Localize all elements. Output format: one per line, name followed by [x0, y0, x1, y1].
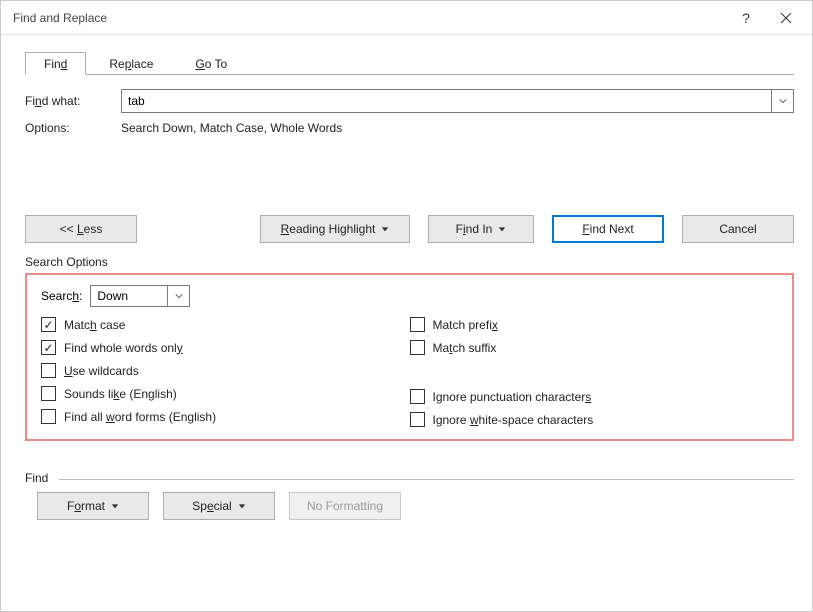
- no-formatting-button[interactable]: No Formatting: [289, 492, 401, 520]
- checkbox-icon: [410, 389, 425, 404]
- match-case-checkbox[interactable]: Match case: [41, 317, 410, 332]
- ignore-punct-checkbox[interactable]: Ignore punctuation characters: [410, 389, 779, 404]
- ignore-whitespace-checkbox[interactable]: Ignore white-space characters: [410, 412, 779, 427]
- special-button[interactable]: Special: [163, 492, 275, 520]
- checkbox-icon: [41, 409, 56, 424]
- match-suffix-checkbox[interactable]: Match suffix: [410, 340, 779, 355]
- tab-goto[interactable]: Go To: [176, 52, 246, 75]
- window-title: Find and Replace: [13, 11, 726, 25]
- find-legend: Find: [25, 471, 54, 485]
- help-button[interactable]: ?: [726, 4, 766, 32]
- wildcards-checkbox[interactable]: Use wildcards: [41, 363, 410, 378]
- dialog-content: Find Replace Go To Find what: Options: S…: [1, 35, 812, 611]
- search-direction-select[interactable]: [90, 285, 168, 307]
- tab-replace[interactable]: Replace: [90, 52, 172, 75]
- main-button-row: << Less Reading Highlight Find In Find N…: [25, 215, 794, 243]
- format-button[interactable]: Format: [37, 492, 149, 520]
- search-direction-label: Search:: [41, 289, 82, 303]
- options-row: Options: Search Down, Match Case, Whole …: [25, 121, 794, 135]
- caret-down-icon: [111, 499, 119, 513]
- find-what-dropdown[interactable]: [772, 89, 794, 113]
- checkbox-icon: [410, 317, 425, 332]
- find-footer-group: Find Format Special No Formatting: [25, 479, 794, 520]
- tab-strip: Find Replace Go To: [25, 51, 794, 75]
- checkbox-icon: [410, 340, 425, 355]
- whole-words-checkbox[interactable]: Find whole words only: [41, 340, 410, 355]
- search-direction-dropdown[interactable]: [168, 285, 190, 307]
- tab-find[interactable]: Find: [25, 52, 86, 75]
- match-prefix-checkbox[interactable]: Match prefix: [410, 317, 779, 332]
- search-options-label: Search Options: [25, 255, 794, 269]
- find-what-label: Find what:: [25, 94, 121, 108]
- checkbox-icon: [410, 412, 425, 427]
- options-label: Options:: [25, 121, 121, 135]
- close-button[interactable]: [766, 4, 806, 32]
- find-replace-dialog: Find and Replace ? Find Replace Go To Fi…: [0, 0, 813, 612]
- sounds-like-checkbox[interactable]: Sounds like (English): [41, 386, 410, 401]
- options-value: Search Down, Match Case, Whole Words: [121, 121, 342, 135]
- checkbox-icon: [41, 340, 56, 355]
- cancel-button[interactable]: Cancel: [682, 215, 794, 243]
- search-options-box: Search: Match case Find whole: [25, 273, 794, 441]
- less-button[interactable]: << Less: [25, 215, 137, 243]
- caret-down-icon: [498, 222, 506, 236]
- find-in-button[interactable]: Find In: [428, 215, 534, 243]
- checkbox-icon: [41, 363, 56, 378]
- word-forms-checkbox[interactable]: Find all word forms (English): [41, 409, 410, 424]
- caret-down-icon: [381, 222, 389, 236]
- reading-highlight-button[interactable]: Reading Highlight: [260, 215, 410, 243]
- caret-down-icon: [238, 499, 246, 513]
- checkbox-icon: [41, 386, 56, 401]
- titlebar: Find and Replace ?: [1, 1, 812, 35]
- find-what-row: Find what:: [25, 89, 794, 113]
- find-next-button[interactable]: Find Next: [552, 215, 664, 243]
- checkbox-icon: [41, 317, 56, 332]
- find-what-input[interactable]: [121, 89, 772, 113]
